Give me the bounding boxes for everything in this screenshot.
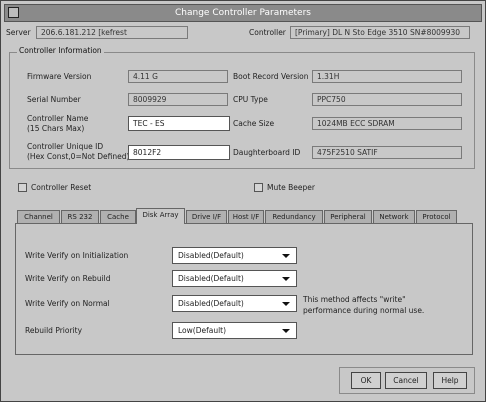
write-verify-rebuild-value: Disabled(Default) bbox=[178, 274, 244, 283]
serial-number-field: 8009929 bbox=[128, 93, 228, 106]
mute-beeper-checkbox[interactable] bbox=[254, 183, 263, 192]
cache-size-label: Cache Size bbox=[233, 119, 275, 128]
ok-button[interactable]: OK bbox=[351, 372, 381, 389]
controller-name-input[interactable]: TEC - ES bbox=[128, 116, 230, 131]
write-verify-init-select[interactable]: Disabled(Default) bbox=[172, 247, 297, 264]
rebuild-priority-value: Low(Default) bbox=[178, 326, 227, 335]
write-verify-normal-select[interactable]: Disabled(Default) bbox=[172, 295, 297, 312]
boot-record-version-label: Boot Record Version bbox=[233, 72, 309, 81]
write-verify-init-label: Write Verify on Initialization bbox=[25, 251, 129, 260]
write-verify-init-value: Disabled(Default) bbox=[178, 251, 244, 260]
firmware-version-label: Firmware Version bbox=[27, 72, 92, 81]
cpu-type-label: CPU Type bbox=[233, 95, 268, 104]
controller-reset-checkbox[interactable] bbox=[18, 183, 27, 192]
controller-field: [Primary] DL N Sto Edge 3510 SN#8009930 bbox=[290, 26, 470, 39]
tab-channel[interactable]: Channel bbox=[17, 210, 60, 223]
firmware-version-field: 4.11 G bbox=[128, 70, 228, 83]
tab-redundancy[interactable]: Redundancy bbox=[265, 210, 323, 223]
serial-number-label: Serial Number bbox=[27, 95, 81, 104]
tab-host-if[interactable]: Host I/F bbox=[228, 210, 264, 223]
mute-beeper-label: Mute Beeper bbox=[267, 183, 315, 192]
tab-cache[interactable]: Cache bbox=[100, 210, 136, 223]
controller-information-legend: Controller Information bbox=[17, 46, 104, 56]
controller-reset-label: Controller Reset bbox=[31, 183, 92, 192]
title-bar[interactable]: Change Controller Parameters bbox=[4, 4, 482, 22]
change-controller-parameters-dialog: Change Controller Parameters Server 206.… bbox=[0, 0, 486, 402]
write-verify-normal-label: Write Verify on Normal bbox=[25, 299, 110, 308]
window-menu-icon[interactable] bbox=[8, 7, 19, 18]
window-title: Change Controller Parameters bbox=[175, 8, 311, 18]
tab-disk-array[interactable]: Disk Array bbox=[136, 208, 185, 224]
cancel-button[interactable]: Cancel bbox=[385, 372, 427, 389]
rebuild-priority-label: Rebuild Priority bbox=[25, 326, 83, 335]
controller-unique-id-label: Controller Unique ID bbox=[27, 142, 104, 151]
controller-name-label: Controller Name bbox=[27, 114, 89, 123]
tab-protocol[interactable]: Protocol bbox=[416, 210, 457, 223]
tab-network[interactable]: Network bbox=[373, 210, 415, 223]
write-verify-rebuild-label: Write Verify on Rebuild bbox=[25, 274, 111, 283]
chevron-down-icon bbox=[282, 302, 290, 306]
chevron-down-icon bbox=[282, 254, 290, 258]
cache-size-field: 1024MB ECC SDRAM bbox=[312, 117, 462, 130]
controller-unique-id-input[interactable]: 8012F2 bbox=[128, 145, 230, 160]
tab-rs232[interactable]: RS 232 bbox=[61, 210, 99, 223]
daughterboard-id-field: 475F2510 SATIF bbox=[312, 146, 462, 159]
chevron-down-icon bbox=[282, 277, 290, 281]
write-verify-normal-note-line1: This method affects "write" bbox=[303, 295, 406, 304]
write-verify-rebuild-select[interactable]: Disabled(Default) bbox=[172, 270, 297, 287]
controller-label: Controller bbox=[249, 28, 286, 37]
boot-record-version-field: 1.31H bbox=[312, 70, 462, 83]
help-button[interactable]: Help bbox=[433, 372, 467, 389]
server-field: 206.6.181.212 [kefrest bbox=[36, 26, 188, 39]
server-label: Server bbox=[6, 28, 31, 37]
write-verify-normal-value: Disabled(Default) bbox=[178, 299, 244, 308]
tab-drive-if[interactable]: Drive I/F bbox=[186, 210, 227, 223]
write-verify-normal-note-line2: performance during normal use. bbox=[303, 306, 425, 315]
cpu-type-field: PPC750 bbox=[312, 93, 462, 106]
controller-name-hint: (15 Chars Max) bbox=[27, 124, 85, 133]
rebuild-priority-select[interactable]: Low(Default) bbox=[172, 322, 297, 339]
controller-unique-id-hint: (Hex Const,0=Not Defined) bbox=[27, 152, 130, 161]
chevron-down-icon bbox=[282, 329, 290, 333]
tab-peripheral[interactable]: Peripheral bbox=[324, 210, 372, 223]
daughterboard-id-label: Daughterboard ID bbox=[233, 148, 301, 157]
